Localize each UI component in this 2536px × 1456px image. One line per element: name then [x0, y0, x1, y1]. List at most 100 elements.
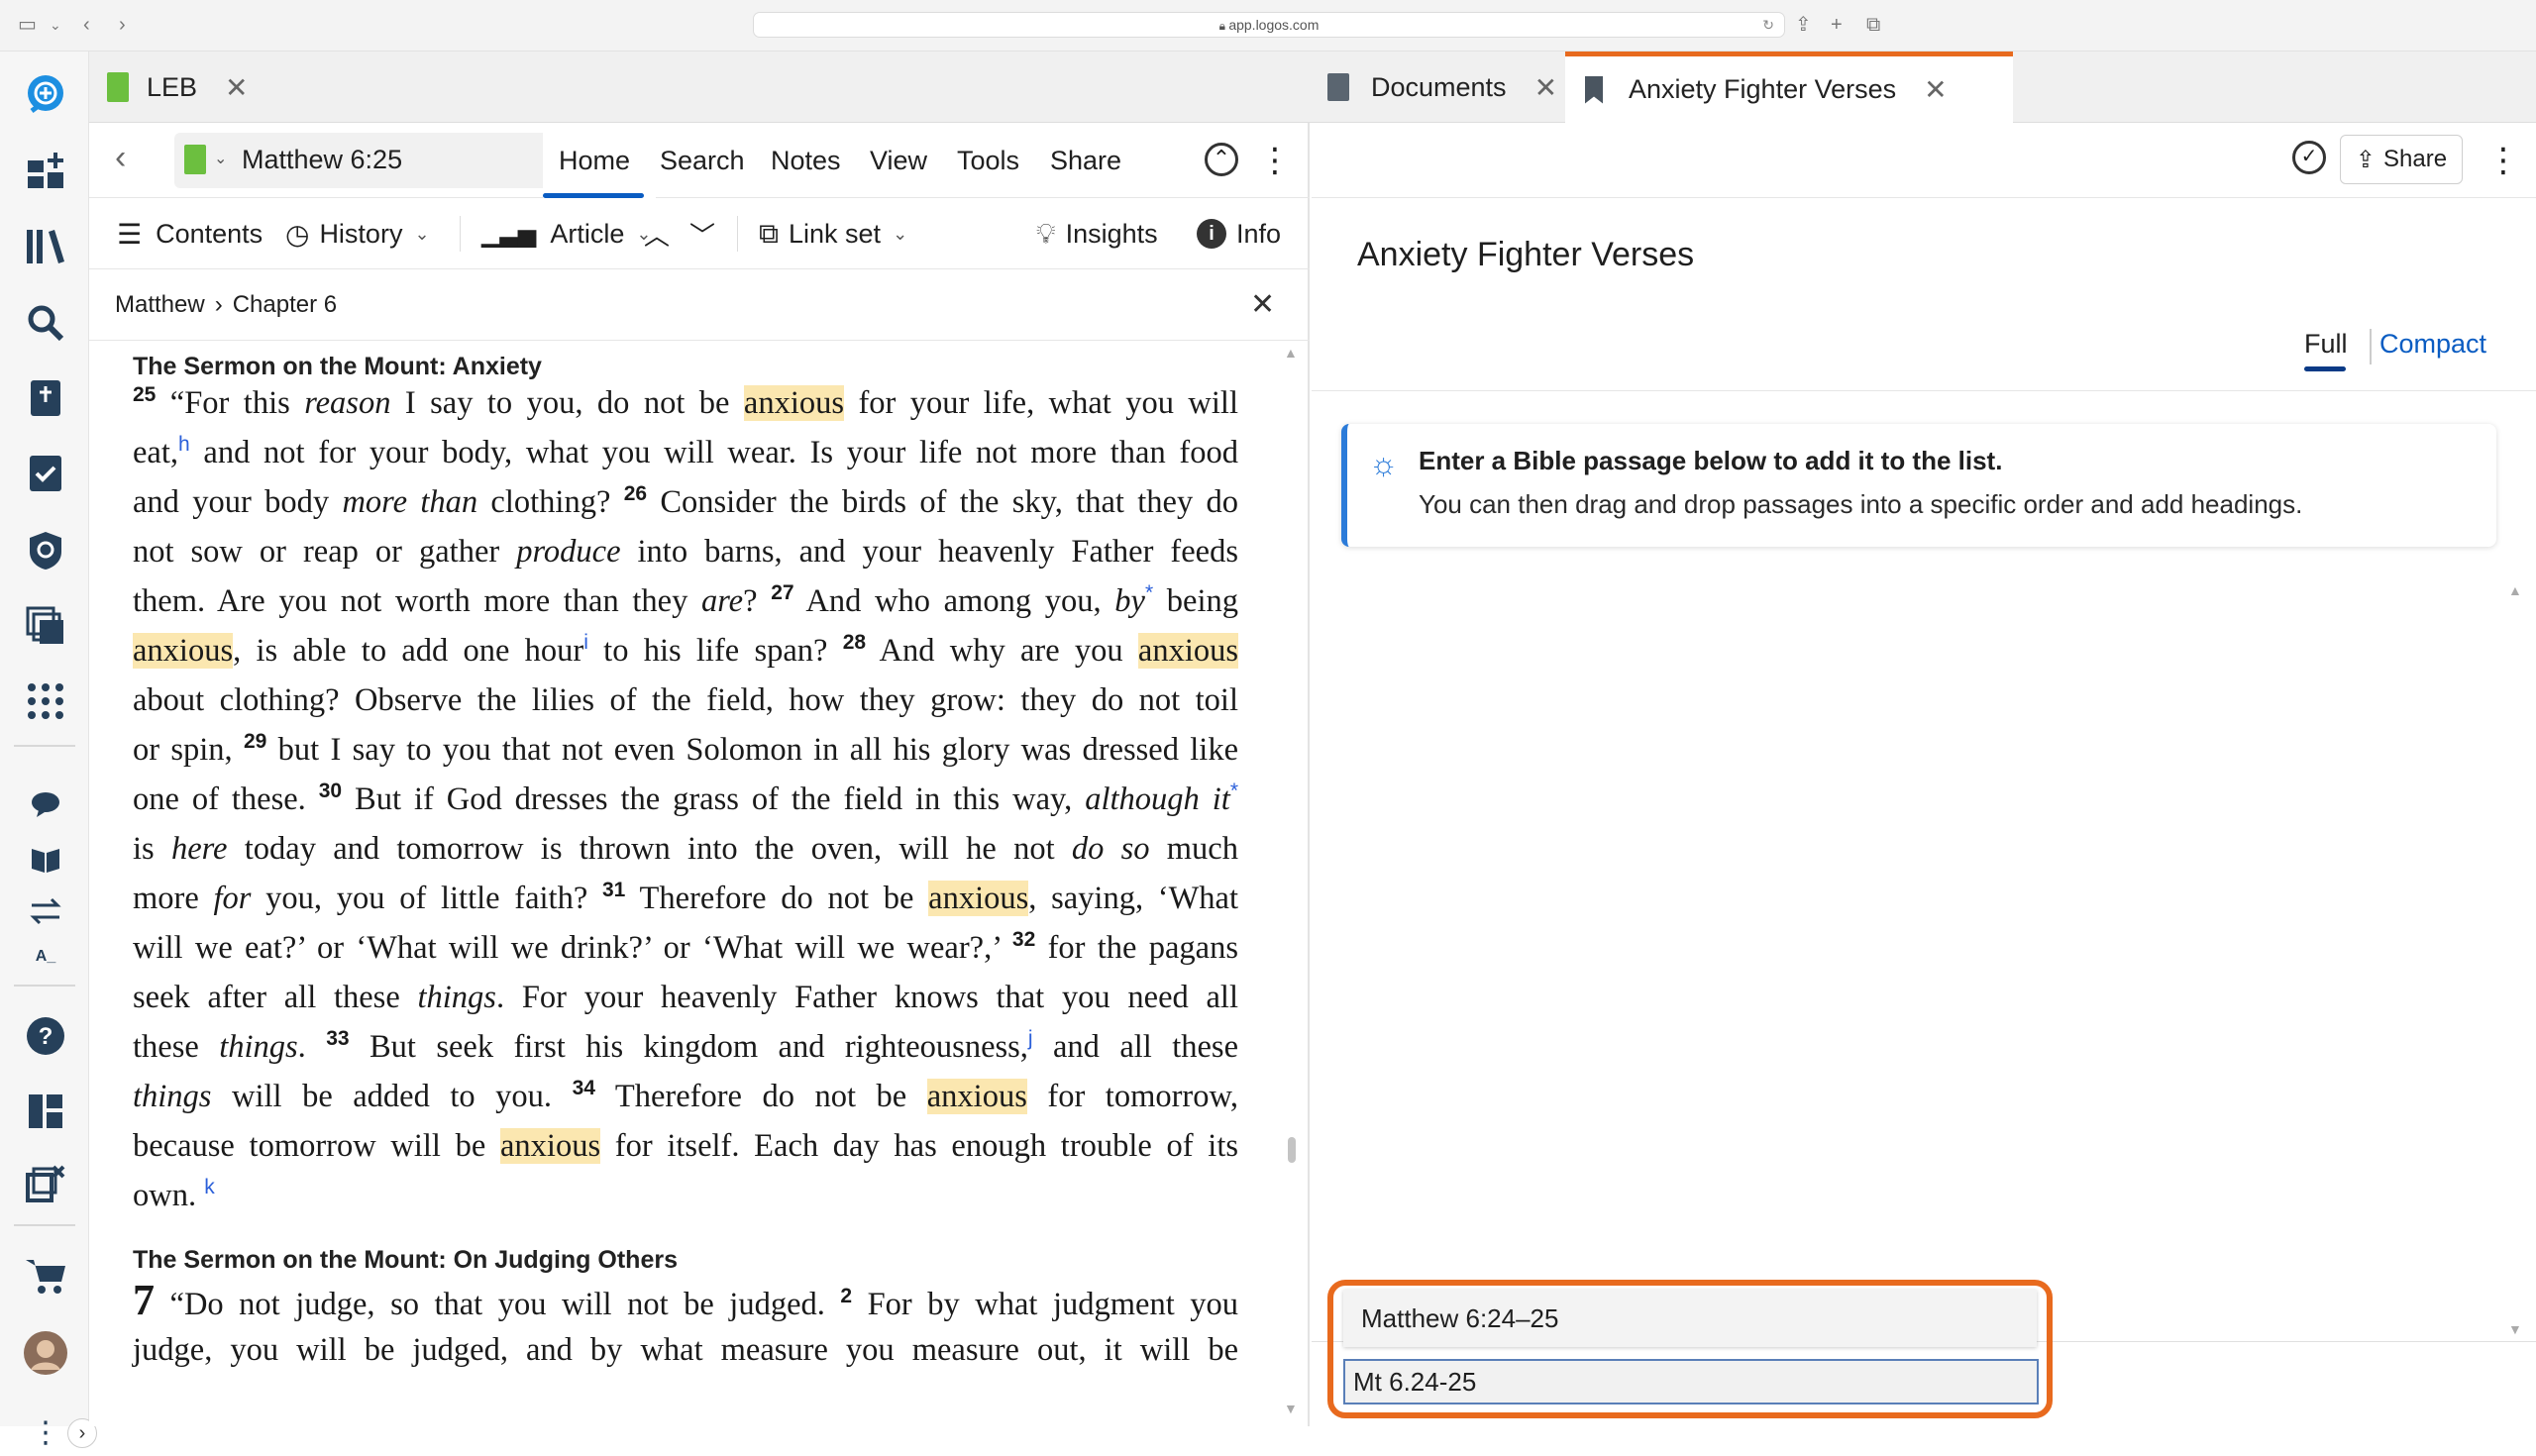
- text-size-icon[interactable]: A_: [22, 933, 69, 981]
- address-bar[interactable]: 🔒︎ app.logos.com ↻: [753, 12, 1785, 38]
- more-vertical-icon[interactable]: ⋮: [22, 1408, 69, 1456]
- rail-divider: [14, 985, 75, 987]
- tab-leb[interactable]: LEB ✕: [107, 52, 256, 123]
- history-button[interactable]: ◷ History ⌄: [285, 198, 430, 269]
- tip-callout: ☼ Enter a Bible passage below to add it …: [1341, 424, 2496, 547]
- dashboard-icon[interactable]: [22, 147, 69, 194]
- tab-home[interactable]: Home: [543, 123, 656, 198]
- scroll-down-arrow[interactable]: ▼: [2508, 1321, 2522, 1337]
- link-set-label: Link set: [789, 218, 882, 249]
- history-icon: ◷: [285, 218, 310, 250]
- tab-home-label: Home: [559, 146, 631, 175]
- info-button[interactable]: i Info: [1197, 198, 1281, 269]
- next-article-button[interactable]: ﹀: [689, 198, 715, 269]
- chevron-down-icon: ⌄: [893, 223, 908, 244]
- tab-share[interactable]: Share: [1050, 123, 1121, 198]
- search-icon[interactable]: [22, 299, 69, 347]
- close-icon[interactable]: ✕: [225, 71, 248, 104]
- avatar[interactable]: [22, 1329, 69, 1377]
- insights-button[interactable]: 💡︎ Insights: [1036, 198, 1158, 269]
- cart-icon[interactable]: [22, 1252, 69, 1300]
- collapse-up-icon[interactable]: ⌃: [1205, 143, 1238, 176]
- apps-grid-icon[interactable]: [22, 677, 69, 725]
- reference-input[interactable]: Matthew 6:25: [242, 145, 402, 175]
- insights-label: Insights: [1065, 218, 1158, 249]
- factbook-icon[interactable]: [22, 527, 69, 574]
- tab-notes[interactable]: Notes: [771, 123, 841, 198]
- passage-matthew-6-25-34: 25 “For this reason I say to you, do not…: [133, 383, 1239, 1213]
- help-icon[interactable]: ?: [22, 1012, 69, 1060]
- svg-text:?: ?: [39, 1023, 53, 1050]
- view-full-button[interactable]: Full: [2304, 329, 2348, 371]
- new-tab-icon[interactable]: +: [1831, 12, 1843, 38]
- close-icon[interactable]: ✕: [1250, 287, 1275, 322]
- sidebar-toggle-icon[interactable]: ▭: [18, 12, 37, 38]
- open-book-icon[interactable]: [22, 836, 69, 884]
- toolbar-divider: [460, 216, 461, 252]
- autocomplete-suggestion[interactable]: Matthew 6:24–25: [1343, 1290, 2037, 1347]
- more-vertical-icon[interactable]: ⋮: [1258, 141, 1292, 180]
- back-icon[interactable]: ‹: [83, 12, 90, 38]
- logos-home-icon[interactable]: [22, 71, 69, 119]
- forward-icon[interactable]: ›: [119, 12, 126, 38]
- breadcrumb-book[interactable]: Matthew: [115, 291, 205, 319]
- tab-search[interactable]: Search: [660, 123, 745, 198]
- tab-anxiety-label: Anxiety Fighter Verses: [1629, 74, 1897, 104]
- scroll-down-arrow[interactable]: ▼: [1284, 1401, 1298, 1416]
- article-button[interactable]: ▁▃▅ Article ⌄: [481, 198, 651, 269]
- close-icon[interactable]: ✕: [1534, 71, 1557, 104]
- tab-leb-label: LEB: [147, 71, 198, 102]
- link-set-button[interactable]: ⧉ Link set ⌄: [759, 198, 907, 269]
- tab-anxiety-fighter-verses[interactable]: Anxiety Fighter Verses ✕: [1565, 52, 2013, 123]
- link-icon: ⧉: [759, 217, 779, 249]
- panel-menu-bar: ‹ ⌄ Matthew 6:25 Home Search Notes View …: [89, 123, 1310, 198]
- library-icon[interactable]: [22, 222, 69, 269]
- close-icon[interactable]: ✕: [1924, 73, 1947, 106]
- page-title: Anxiety Fighter Verses: [1357, 236, 1695, 273]
- share-button[interactable]: ⇪ Share: [2340, 135, 2463, 184]
- chevron-down-icon[interactable]: ⌄: [50, 12, 61, 38]
- check-icon[interactable]: ✓: [2292, 141, 2326, 174]
- passage-list-panel: ✓ ⇪ Share ⋮ Anxiety Fighter Verses Full C…: [1312, 123, 2536, 1426]
- chevron-down-icon[interactable]: ⌄: [214, 149, 227, 168]
- lightbulb-icon: ☼: [1369, 446, 1399, 481]
- tab-bar: LEB ✕ Documents ✕ Anxiety Fighter Verses…: [89, 52, 2536, 123]
- chevron-down-icon: ⌄: [414, 223, 430, 244]
- tab-tools[interactable]: Tools: [957, 123, 1019, 198]
- browser-toolbar: ▭ ⌄ ‹ › 🔒︎ app.logos.com ↻ ⇪ + ⧉: [0, 0, 2536, 52]
- bible-icon[interactable]: [22, 374, 69, 422]
- scroll-up-arrow[interactable]: ▲: [2508, 582, 2522, 598]
- info-icon: i: [1197, 219, 1226, 249]
- rail-divider: [14, 1224, 75, 1226]
- view-divider: [2370, 329, 2372, 364]
- passage-input[interactable]: Mt 6.24-25: [1343, 1359, 2039, 1404]
- share-label: Share: [2383, 146, 2448, 172]
- leb-book-icon: [184, 145, 206, 174]
- lightbulb-icon: 💡︎: [1036, 217, 1056, 249]
- layouts-icon[interactable]: [22, 1088, 69, 1135]
- breadcrumb-chapter[interactable]: Chapter 6: [233, 291, 337, 319]
- view-compact-button[interactable]: Compact: [2379, 329, 2486, 360]
- divider: [1312, 390, 2536, 391]
- chat-icon[interactable]: [22, 780, 69, 828]
- contents-button[interactable]: ☰ Contents: [117, 198, 263, 269]
- tab-overview-icon[interactable]: ⧉: [1866, 12, 1880, 38]
- close-panels-icon[interactable]: [22, 1161, 69, 1208]
- article-label: Article: [550, 218, 625, 249]
- documents-icon[interactable]: [22, 602, 69, 650]
- previous-article-button[interactable]: ︿: [644, 198, 670, 269]
- reading-plan-icon[interactable]: [22, 450, 69, 497]
- section-heading: The Sermon on the Mount: On Judging Othe…: [133, 1246, 678, 1274]
- tab-view[interactable]: View: [870, 123, 927, 198]
- info-label: Info: [1236, 218, 1282, 249]
- back-icon[interactable]: ‹: [115, 139, 126, 177]
- share-icon[interactable]: ⇪: [1795, 12, 1812, 38]
- tip-heading: Enter a Bible passage below to add it to…: [1419, 446, 2003, 475]
- scroll-up-arrow[interactable]: ▲: [1284, 345, 1298, 361]
- reload-icon[interactable]: ↻: [1762, 13, 1774, 37]
- document-icon: [1327, 73, 1349, 101]
- scrollbar-thumb[interactable]: [1288, 1137, 1296, 1163]
- more-vertical-icon[interactable]: ⋮: [2486, 141, 2520, 180]
- swap-icon[interactable]: [22, 887, 69, 935]
- breadcrumb-path: Matthew › Chapter 6: [115, 269, 337, 341]
